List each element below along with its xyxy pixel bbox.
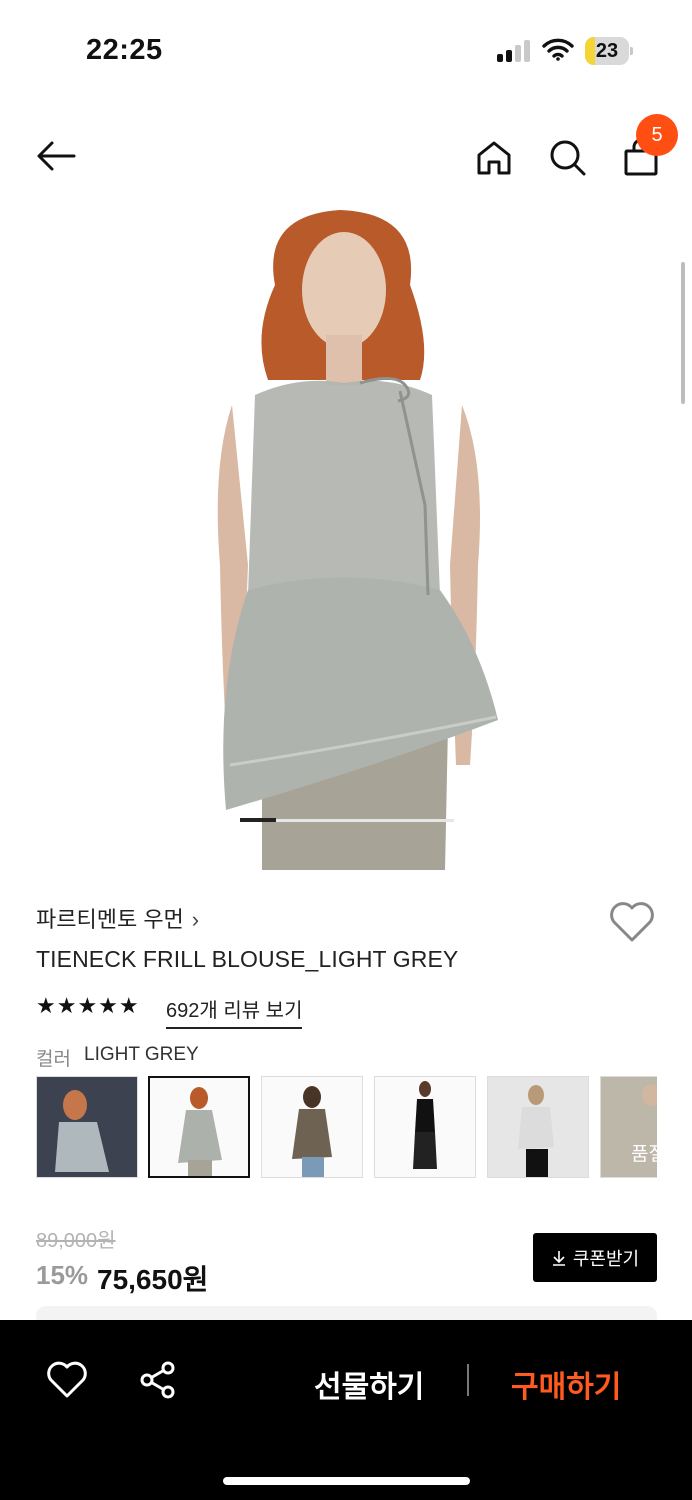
cart-count-badge: 5 [636,114,678,156]
chevron-right-icon: › [191,907,200,932]
battery-icon: 23 [585,37,633,65]
brand-link[interactable]: 파르티멘토 우먼 › [36,902,199,934]
product-title: TIENECK FRILL BLOUSE_LIGHT GREY [36,946,459,972]
back-arrow-icon[interactable] [36,136,76,176]
bar-divider [467,1364,469,1396]
coupon-label: 쿠폰받기 [572,1248,640,1269]
original-price: 89,000원 [36,1230,116,1252]
model-photo [217,210,498,870]
color-label: 컬러 [36,1049,71,1070]
status-time: 22:25 [86,34,163,66]
wifi-icon [542,38,574,61]
color-thumbnail-soldout[interactable]: 품절 [600,1076,657,1178]
home-indicator[interactable] [223,1477,470,1485]
bottom-action-bar [0,1320,692,1500]
star-rating-icon: ★★★★★ [36,993,140,1018]
brand-name: 파르티멘토 우먼 [36,907,184,932]
gift-button[interactable]: 선물하기 [314,1362,424,1406]
share-icon[interactable] [138,1360,178,1400]
sale-price: 75,650원 [97,1264,209,1295]
page-scrollbar[interactable] [681,262,685,404]
buy-button[interactable]: 구매하기 [511,1362,621,1406]
soldout-label: 품절 [631,1144,657,1165]
download-icon [552,1250,565,1266]
battery-level: 23 [595,40,619,62]
color-thumbnail-selected[interactable] [148,1076,250,1178]
review-link[interactable]: 692개 리뷰 보기 [166,994,303,1029]
cellular-signal-icon [497,40,533,62]
color-thumbnail[interactable] [487,1076,589,1178]
image-pager-indicator [240,818,276,822]
search-icon[interactable] [547,137,587,177]
product-main-image[interactable] [0,205,692,870]
color-thumbnail[interactable] [36,1076,138,1178]
color-value: LIGHT GREY [84,1044,199,1065]
home-icon[interactable] [474,138,514,178]
coupon-button[interactable]: 쿠폰받기 [533,1233,657,1282]
color-thumbnail-list: 품절 [36,1076,657,1178]
wishlist-heart-icon[interactable] [608,900,656,944]
color-thumbnail[interactable] [374,1076,476,1178]
heart-icon[interactable] [46,1360,88,1400]
color-thumbnail[interactable] [261,1076,363,1178]
discount-rate: 15% [36,1260,89,1290]
